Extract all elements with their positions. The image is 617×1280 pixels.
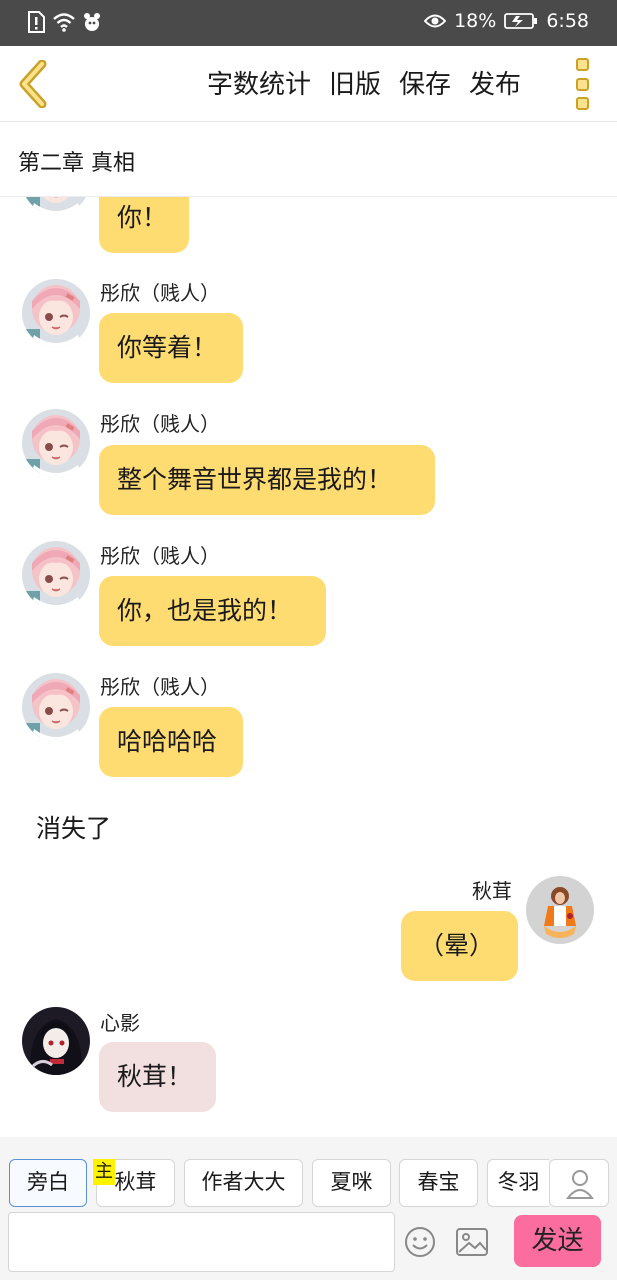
chat-area[interactable]: 你！ 彤欣（贱人） 你等着！ 彤欣（贱人） 整个舞音世界都是我的！ 彤欣（贱人）… xyxy=(0,197,617,1137)
person-icon xyxy=(565,1170,595,1199)
avatar-pink-hair-girl[interactable] xyxy=(22,279,90,347)
eye-icon xyxy=(424,14,447,28)
avatar-dark-hair-girl[interactable] xyxy=(22,1007,90,1075)
avatar-pink-hair-girl[interactable] xyxy=(22,409,90,477)
role-chip-xiami[interactable]: 夏咪 xyxy=(312,1159,391,1207)
message-bubble[interactable]: 哈哈哈哈 xyxy=(99,707,243,777)
narration-text[interactable]: 消失了 xyxy=(36,809,111,845)
save-button[interactable]: 保存 xyxy=(399,64,451,101)
battery-icon xyxy=(504,13,538,29)
message-bubble[interactable]: 你，也是我的！ xyxy=(99,576,326,646)
role-chip-dongyu[interactable]: 冬羽 xyxy=(487,1159,549,1207)
menu-dot xyxy=(576,58,589,71)
speaker-name: 心影 xyxy=(100,1011,140,1035)
chapter-title: 第二章 真相 xyxy=(18,151,135,176)
image-icon[interactable] xyxy=(455,1226,489,1258)
app-notification-icon xyxy=(84,13,100,31)
send-button[interactable]: 发送 xyxy=(514,1215,601,1267)
role-selector-bar: 旁白 主 秋茸 作者大大 夏咪 春宝 冬羽 xyxy=(0,1137,617,1212)
speaker-name: 彤欣（贱人） xyxy=(100,281,220,305)
role-chip-narrator[interactable]: 旁白 xyxy=(9,1159,87,1207)
toolbar-actions: 字数统计 旧版 保存 发布 xyxy=(207,64,521,101)
main-role-badge: 主 xyxy=(93,1159,115,1185)
avatar-pink-hair-girl[interactable] xyxy=(22,673,90,741)
speaker-name: 彤欣（贱人） xyxy=(100,544,220,568)
menu-dot xyxy=(576,97,589,110)
message-bubble[interactable]: 秋茸！ xyxy=(99,1042,216,1112)
speaker-name: 彤欣（贱人） xyxy=(100,412,220,436)
emoji-icon[interactable] xyxy=(404,1226,436,1258)
message-input[interactable] xyxy=(8,1212,395,1272)
message-bubble[interactable]: 你等着！ xyxy=(99,313,243,383)
sim-alert-icon xyxy=(28,11,45,33)
more-menu-icon[interactable] xyxy=(572,58,594,110)
speaker-name: 秋茸 xyxy=(472,879,512,903)
chapter-header[interactable]: 第二章 真相 xyxy=(0,122,617,197)
add-role-button[interactable] xyxy=(549,1159,609,1207)
message-bubble[interactable]: 整个舞音世界都是我的！ xyxy=(99,445,435,515)
editor-toolbar: 字数统计 旧版 保存 发布 xyxy=(0,46,617,122)
avatar-pink-hair-girl[interactable] xyxy=(22,541,90,609)
avatar-orange-dress-girl[interactable] xyxy=(526,876,594,944)
message-bubble[interactable]: （晕） xyxy=(401,911,518,981)
status-icons-right: 18% 6:58 xyxy=(424,10,589,32)
role-chip-chunbao[interactable]: 春宝 xyxy=(399,1159,478,1207)
publish-button[interactable]: 发布 xyxy=(469,64,521,101)
word-count-button[interactable]: 字数统计 xyxy=(207,64,311,101)
avatar-pink-hair-girl[interactable] xyxy=(22,197,90,215)
role-chip-author[interactable]: 作者大大 xyxy=(184,1159,303,1207)
input-bar: 发送 xyxy=(0,1212,617,1280)
old-version-button[interactable]: 旧版 xyxy=(329,64,381,101)
back-arrow-icon[interactable] xyxy=(14,60,54,108)
menu-dot xyxy=(576,77,589,91)
speaker-name: 彤欣（贱人） xyxy=(100,675,220,699)
status-icons-left xyxy=(26,11,102,33)
message-bubble[interactable]: 你！ xyxy=(99,197,189,253)
clock: 6:58 xyxy=(546,10,589,32)
battery-percent: 18% xyxy=(454,10,497,32)
wifi-icon xyxy=(53,13,75,32)
status-bar: 18% 6:58 xyxy=(0,0,617,46)
